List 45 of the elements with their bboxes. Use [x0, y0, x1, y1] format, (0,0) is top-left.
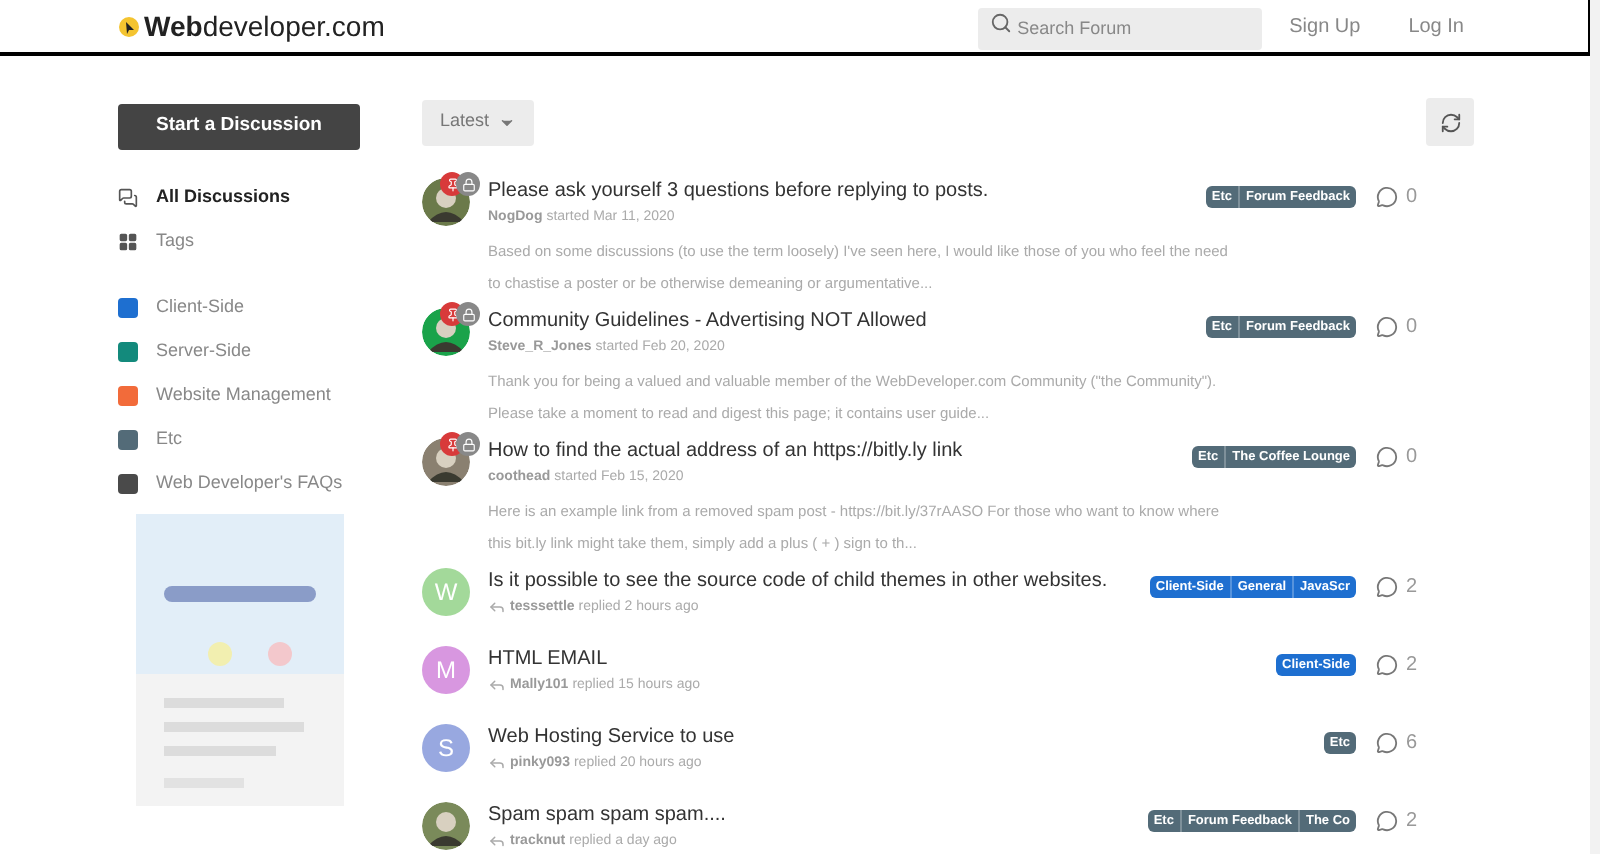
discussion-title[interactable]: Is it possible to see the source code of child themes in other websites. — [488, 568, 1138, 596]
reply-count: 0 — [1406, 314, 1418, 342]
discussion-title[interactable]: HTML EMAIL — [488, 646, 1265, 674]
reply-count: 2 — [1406, 652, 1418, 680]
category-link[interactable]: Web Developer's FAQs — [156, 469, 343, 497]
nav-item[interactable]: Tags — [118, 219, 360, 264]
logo-icon — [118, 15, 140, 37]
sort-dropdown[interactable]: Latest — [422, 99, 534, 145]
reply-count: 2 — [1406, 808, 1418, 836]
category-link[interactable]: Etc — [156, 425, 183, 453]
discussions-icon — [118, 187, 138, 208]
reply-count: 0 — [1406, 444, 1418, 472]
avatar[interactable] — [422, 802, 470, 850]
comment-icon — [1376, 446, 1398, 468]
comment-icon — [1376, 576, 1398, 598]
start-discussion-button[interactable]: Start a Discussion — [118, 103, 360, 150]
search-field[interactable]: Search Forum — [977, 7, 1262, 49]
reply-count: 6 — [1406, 730, 1418, 758]
discussion-title[interactable]: How to find the actual address of an https://bitly.ly link — [488, 438, 1181, 466]
category-link[interactable]: Client-Side — [156, 293, 245, 321]
comment-icon — [1376, 654, 1398, 676]
refresh-button[interactable] — [1426, 98, 1474, 146]
discussion-title[interactable]: Please ask yourself 3 questions before replying to posts. — [488, 178, 1194, 206]
grid-icon — [118, 231, 138, 252]
comment-icon — [1376, 186, 1398, 208]
reply-icon — [488, 676, 506, 694]
site-logo[interactable]: Webdeveloper.com — [144, 5, 385, 47]
discussion-title[interactable]: Spam spam spam spam.... — [488, 802, 1136, 830]
comment-icon — [1376, 732, 1398, 754]
discussion-title[interactable]: Community Guidelines - Advertising NOT Allowed — [488, 308, 1194, 336]
discussion-title[interactable]: Web Hosting Service to use — [488, 724, 1312, 752]
nav-item[interactable]: All Discussions — [118, 175, 360, 220]
category-link[interactable]: Server-Side — [156, 337, 252, 365]
comment-icon — [1376, 810, 1398, 832]
header-link[interactable]: Log In — [1408, 11, 1464, 41]
reply-count: 0 — [1406, 184, 1418, 212]
refresh-icon — [1439, 111, 1461, 133]
reply-icon — [488, 832, 506, 850]
search-icon — [989, 12, 1012, 34]
reply-count: 2 — [1406, 574, 1418, 602]
reply-icon — [488, 754, 506, 772]
reply-icon — [488, 598, 506, 616]
header-link[interactable]: Sign Up — [1289, 11, 1361, 41]
comment-icon — [1376, 316, 1398, 338]
category-link[interactable]: Website Management — [156, 381, 331, 409]
